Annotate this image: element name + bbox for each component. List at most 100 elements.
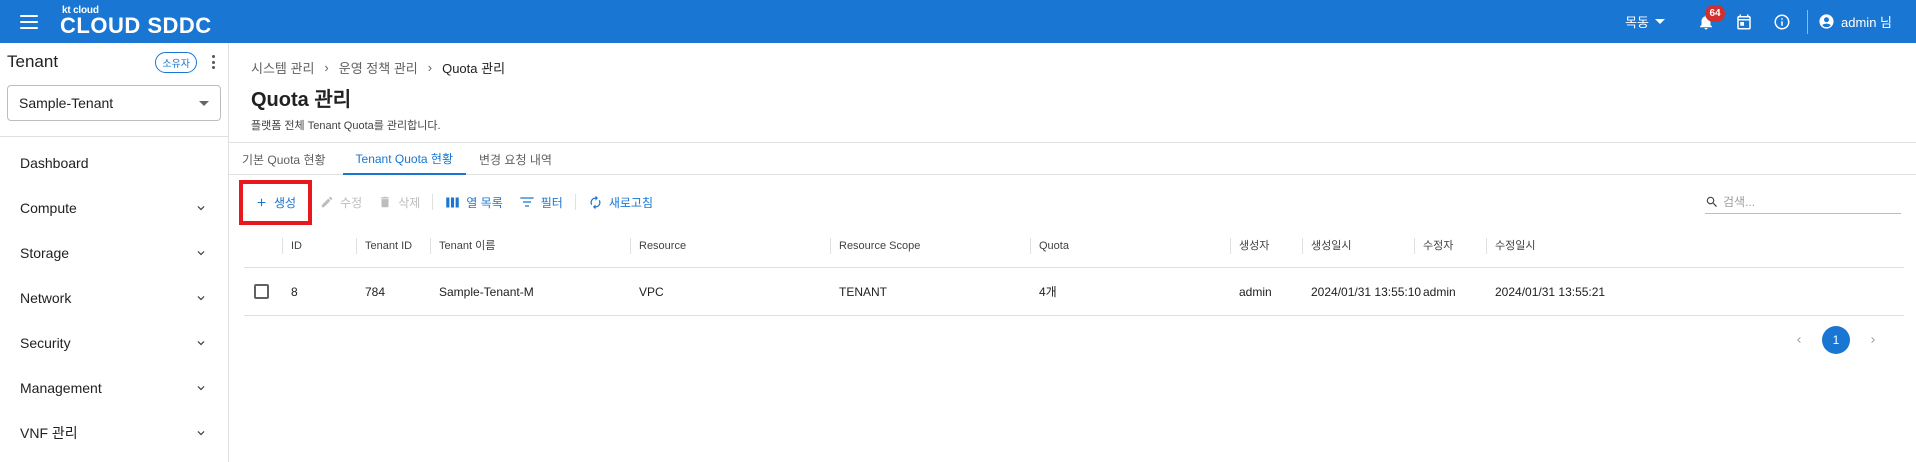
- search-input[interactable]: [1723, 194, 1883, 209]
- caret-down-icon: [199, 100, 209, 106]
- sidebar-title: Tenant: [7, 52, 59, 71]
- search-icon: [1706, 196, 1717, 207]
- chevron-down-icon: [197, 295, 205, 300]
- calendar-icon: [1737, 14, 1751, 29]
- column-header[interactable]: 생성일시: [1302, 237, 1351, 254]
- sidebar-item-label: Storage: [20, 244, 70, 261]
- view-column-icon: [446, 197, 460, 207]
- notifications-button[interactable]: 64: [1687, 0, 1726, 43]
- delete-button[interactable]: 삭제: [370, 188, 428, 216]
- pagination: 1: [1784, 326, 1888, 354]
- sidebar-item-management[interactable]: Management: [0, 365, 228, 410]
- user-name: admin 님: [1841, 15, 1892, 30]
- search-field: [1705, 190, 1901, 214]
- breadcrumb-current: Quota 관리: [442, 61, 506, 76]
- sidebar-item-compute[interactable]: Compute: [0, 185, 228, 230]
- table-cell: 8: [291, 284, 298, 299]
- filter-button[interactable]: 필터: [511, 188, 571, 216]
- create-button[interactable]: 생성: [247, 188, 304, 216]
- breadcrumb-item[interactable]: 시스템 관리: [251, 58, 314, 77]
- region-selector[interactable]: 목동: [1625, 12, 1666, 31]
- table-header-row: ID Tenant ID Tenant 이름 Resource Resource Sco…: [244, 224, 1904, 268]
- logo[interactable]: kt cloud CLOUD SDDC: [60, 6, 212, 37]
- column-header[interactable]: Resource Scope: [830, 237, 920, 254]
- table-cell: Sample-Tenant-M: [439, 284, 534, 299]
- breadcrumb: 시스템 관리 › 운영 정책 관리 › Quota 관리: [251, 58, 505, 77]
- trash-icon: [381, 196, 390, 208]
- chevron-down-icon: [197, 340, 205, 345]
- sidebar-item-label: VNF 관리: [20, 424, 78, 441]
- page-button-current[interactable]: 1: [1822, 326, 1850, 354]
- toolbar: 생성 수정 삭제 열 목록 필터 새로고침: [239, 179, 1901, 225]
- notification-badge: 64: [1705, 5, 1726, 22]
- edit-button[interactable]: 수정: [312, 188, 370, 216]
- top-app-bar: kt cloud CLOUD SDDC 목동 64 admin 님: [0, 0, 1916, 43]
- refresh-label: 새로고침: [608, 195, 654, 210]
- next-page-button[interactable]: [1858, 326, 1888, 354]
- account-icon: [1819, 14, 1834, 29]
- column-header[interactable]: 수정자: [1414, 237, 1453, 254]
- column-header[interactable]: 수정일시: [1486, 237, 1535, 254]
- chevron-left-icon: [1797, 337, 1801, 343]
- caret-down-icon: [1655, 19, 1666, 24]
- column-header[interactable]: Tenant 이름: [430, 237, 495, 254]
- table-cell: 4개: [1039, 285, 1057, 299]
- region-label: 목동: [1625, 15, 1650, 30]
- data-grid: ID Tenant ID Tenant 이름 Resource Resource Sco…: [244, 224, 1904, 316]
- tenant-select[interactable]: Sample-Tenant: [7, 85, 221, 121]
- plus-icon: [257, 198, 266, 206]
- sidebar-item-security[interactable]: Security: [0, 320, 228, 365]
- filter-label: 필터: [540, 195, 563, 210]
- chevron-down-icon: [197, 250, 205, 255]
- table-cell: TENANT: [839, 284, 887, 299]
- logo-text: CLOUD SDDC: [60, 13, 212, 38]
- chevron-down-icon: [197, 430, 205, 435]
- sidebar-item-vnf-[interactable]: VNF 관리: [0, 410, 228, 455]
- chevron-right-icon: [1871, 337, 1875, 343]
- columns-label: 열 목록: [466, 195, 503, 210]
- table-cell: admin: [1239, 284, 1272, 299]
- breadcrumb-item[interactable]: 운영 정책 관리: [339, 58, 418, 77]
- tab-change-requests[interactable]: 변경 요청 내역: [466, 143, 565, 175]
- calendar-button[interactable]: [1725, 0, 1763, 43]
- column-header[interactable]: Tenant ID: [356, 237, 412, 254]
- create-label: 생성: [274, 195, 297, 210]
- columns-button[interactable]: 열 목록: [437, 188, 510, 216]
- table-row[interactable]: 8 784 Sample-Tenant-M VPC TENANT 4개 admin 2024/…: [244, 268, 1904, 316]
- tab-tenant-quota[interactable]: Tenant Quota 현황: [342, 143, 466, 175]
- row-checkbox[interactable]: [254, 284, 269, 299]
- divider: [574, 194, 576, 210]
- prev-page-button[interactable]: [1784, 326, 1814, 354]
- info-icon: [1774, 14, 1790, 29]
- table-cell: 784: [365, 284, 386, 299]
- tab-default-quota[interactable]: 기본 Quota 현황: [229, 143, 339, 175]
- sidebar: Tenant 소유자 Sample-Tenant Dashboard Comput…: [0, 43, 229, 462]
- divider: [1807, 9, 1809, 34]
- sidebar-item-storage[interactable]: Storage: [0, 230, 228, 275]
- sidebar-item-label: Dashboard: [20, 154, 89, 171]
- filter-icon: [520, 197, 534, 207]
- sidebar-item-label: Network: [20, 289, 72, 306]
- column-header[interactable]: Resource: [630, 237, 686, 254]
- owner-chip[interactable]: 소유자: [155, 51, 197, 73]
- column-header[interactable]: ID: [282, 237, 302, 254]
- column-header[interactable]: Quota: [1030, 237, 1069, 254]
- divider: [432, 194, 434, 210]
- more-vert-icon[interactable]: [205, 53, 221, 71]
- sidebar-item-label: Compute: [20, 199, 77, 216]
- column-header[interactable]: 생성자: [1230, 237, 1269, 254]
- sidebar-item-dashboard[interactable]: Dashboard: [0, 140, 228, 185]
- edit-label: 수정: [340, 195, 363, 210]
- refresh-button[interactable]: 새로고침: [580, 188, 661, 216]
- info-button[interactable]: [1763, 0, 1801, 43]
- sidebar-item-label: Management: [20, 379, 102, 396]
- table-cell: VPC: [639, 284, 664, 299]
- table-cell: admin: [1423, 284, 1456, 299]
- pencil-icon: [321, 196, 333, 208]
- tab-bar: 기본 Quota 현황 Tenant Quota 현황 변경 요청 내역: [229, 142, 1916, 175]
- user-menu[interactable]: admin 님: [1818, 12, 1892, 31]
- main-content: 시스템 관리 › 운영 정책 관리 › Quota 관리 Quota 관리 플랫…: [229, 43, 1916, 462]
- menu-icon[interactable]: [20, 14, 38, 29]
- chevron-down-icon: [197, 385, 205, 390]
- sidebar-item-network[interactable]: Network: [0, 275, 228, 320]
